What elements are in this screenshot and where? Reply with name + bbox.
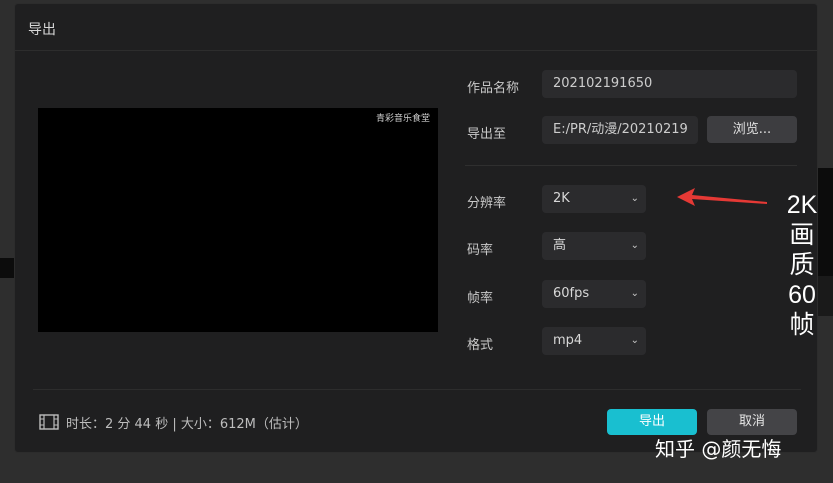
bitrate-select[interactable]: 高 ⌄ (542, 232, 646, 260)
chevron-down-icon: ⌄ (630, 335, 639, 346)
bitrate-label: 码率 (467, 243, 494, 258)
path-field[interactable]: E:/PR/动漫/20210219 (542, 116, 698, 144)
framerate-label: 帧率 (467, 291, 494, 306)
cancel-button[interactable]: 取消 (707, 409, 797, 435)
annotation-text: 2K 画 质 60 帧 (782, 190, 822, 340)
annotation-arrow (677, 188, 767, 206)
chevron-down-icon: ⌄ (630, 288, 639, 299)
annotation-line: 60 (788, 281, 816, 309)
browse-button[interactable]: 浏览... (707, 116, 797, 143)
format-select[interactable]: mp4 ⌄ (542, 327, 646, 355)
resolution-label: 分辨率 (467, 196, 507, 211)
chevron-down-icon: ⌄ (630, 193, 639, 204)
credit-watermark: 知乎 @颜无悔 (655, 437, 782, 461)
name-label: 作品名称 (467, 81, 520, 96)
duration-size-info: 时长：2 分 44 秒 | 大小：612M（估计） (66, 417, 308, 432)
chevron-down-icon: ⌄ (630, 240, 639, 251)
annotation-line: 帧 (789, 311, 815, 339)
format-value: mp4 (553, 333, 583, 348)
film-icon (39, 414, 59, 430)
settings-divider (465, 165, 797, 166)
dialog-title-bar: 导出 (15, 4, 817, 51)
export-button[interactable]: 导出 (607, 409, 697, 435)
format-label: 格式 (467, 338, 494, 353)
video-preview: 青彩音乐食堂 (38, 108, 438, 332)
footer-divider (33, 389, 801, 390)
export-dialog: 导出 青彩音乐食堂 作品名称 202102191650 导出至 E:/PR/动漫… (14, 3, 818, 453)
background-panel-left (0, 258, 14, 278)
annotation-line: 质 (789, 251, 815, 279)
annotation-line: 画 (789, 221, 815, 249)
framerate-value: 60fps (553, 286, 590, 301)
resolution-select[interactable]: 2K ⌄ (542, 185, 646, 213)
framerate-select[interactable]: 60fps ⌄ (542, 280, 646, 308)
annotation-line: 2K (786, 191, 818, 219)
preview-watermark: 青彩音乐食堂 (375, 114, 430, 124)
resolution-value: 2K (553, 191, 570, 206)
dialog-title: 导出 (28, 22, 56, 38)
bitrate-value: 高 (553, 238, 567, 253)
name-field[interactable]: 202102191650 (542, 70, 797, 98)
path-label: 导出至 (467, 127, 507, 142)
